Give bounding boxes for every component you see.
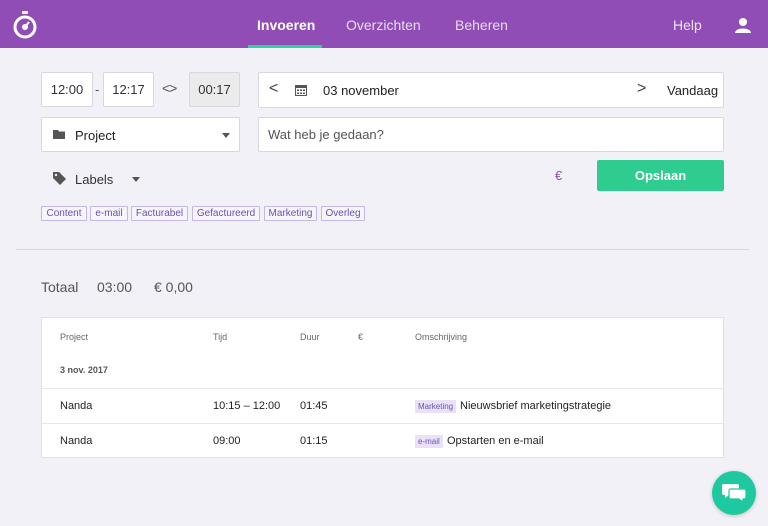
table-row[interactable]: Nanda 09:00 01:15 e-mail Opstarten en e-… bbox=[42, 423, 723, 458]
chat-icon bbox=[722, 484, 746, 504]
row-time: 10:15 – 12:00 bbox=[213, 400, 281, 412]
previous-day-button[interactable]: < bbox=[269, 80, 278, 98]
label-chip-email[interactable]: e-mail bbox=[90, 206, 128, 221]
labels-dropdown[interactable]: Labels bbox=[75, 172, 113, 187]
date-picker: < 03 november > Vandaag bbox=[258, 72, 724, 108]
total-amount: € 0,00 bbox=[154, 279, 193, 295]
calendar-icon[interactable] bbox=[295, 84, 307, 96]
column-header-project: Project bbox=[60, 332, 89, 342]
row-label-tag: e-mail bbox=[415, 435, 443, 448]
nav-overzichten[interactable]: Overzichten bbox=[346, 17, 421, 33]
label-chip-gefactureerd[interactable]: Gefactureerd bbox=[192, 206, 260, 221]
column-header-duration: Duur bbox=[300, 332, 320, 342]
folder-icon bbox=[53, 130, 65, 139]
stopwatch-icon[interactable] bbox=[12, 11, 38, 39]
start-time-input[interactable]: 12:00 bbox=[41, 72, 93, 107]
description-input[interactable] bbox=[259, 118, 723, 151]
column-header-time: Tijd bbox=[213, 332, 228, 342]
save-button[interactable]: Opslaan bbox=[597, 160, 724, 191]
label-chip-facturabel[interactable]: Facturabel bbox=[131, 206, 188, 221]
labels-chevron-down-icon[interactable] bbox=[132, 177, 140, 182]
project-select[interactable]: Project bbox=[41, 117, 240, 152]
label-chip-marketing[interactable]: Marketing bbox=[264, 206, 317, 221]
entries-table: Project Tijd Duur € Omschrijving 3 nov. … bbox=[41, 317, 724, 458]
help-link[interactable]: Help bbox=[673, 17, 702, 33]
nav-active-indicator bbox=[248, 45, 322, 48]
row-description: Opstarten en e-mail bbox=[447, 435, 544, 447]
next-day-button[interactable]: > bbox=[637, 80, 646, 98]
description-field-wrapper bbox=[258, 117, 724, 152]
row-description: Nieuwsbrief marketingstrategie bbox=[460, 400, 612, 412]
row-project: Nanda bbox=[60, 435, 93, 447]
section-divider bbox=[16, 249, 749, 250]
label-chip-overleg[interactable]: Overleg bbox=[321, 206, 365, 221]
project-select-value: Project bbox=[75, 128, 116, 143]
chat-button[interactable] bbox=[712, 471, 756, 515]
nav-invoeren[interactable]: Invoeren bbox=[257, 17, 315, 33]
nav-beheren[interactable]: Beheren bbox=[455, 17, 508, 33]
time-separator: - bbox=[95, 82, 100, 97]
date-group-header: 3 nov. 2017 bbox=[60, 365, 108, 375]
duration-input[interactable]: 00:17 bbox=[189, 72, 240, 107]
user-icon[interactable] bbox=[735, 17, 751, 33]
table-row[interactable]: Nanda 10:15 – 12:00 01:45 Marketing Nieu… bbox=[42, 388, 723, 423]
total-label: Totaal bbox=[41, 279, 79, 295]
today-button[interactable]: Vandaag bbox=[667, 83, 718, 98]
swap-times-button[interactable]: <> bbox=[162, 80, 177, 96]
row-project: Nanda bbox=[60, 400, 93, 412]
column-header-description: Omschrijving bbox=[415, 332, 468, 342]
row-time: 09:00 bbox=[213, 435, 241, 447]
row-duration: 01:15 bbox=[300, 435, 328, 447]
billable-toggle[interactable]: € bbox=[555, 168, 562, 183]
chevron-down-icon bbox=[222, 133, 230, 138]
top-bar: Invoeren Overzichten Beheren Help bbox=[0, 0, 768, 48]
row-label-tag: Marketing bbox=[415, 400, 457, 413]
selected-date[interactable]: 03 november bbox=[323, 83, 399, 98]
row-duration: 01:45 bbox=[300, 400, 328, 412]
label-chip-content[interactable]: Content bbox=[41, 206, 87, 221]
end-time-input[interactable]: 12:17 bbox=[103, 72, 154, 107]
tag-icon bbox=[53, 172, 66, 185]
column-header-amount: € bbox=[358, 332, 364, 342]
total-time: 03:00 bbox=[97, 279, 133, 295]
